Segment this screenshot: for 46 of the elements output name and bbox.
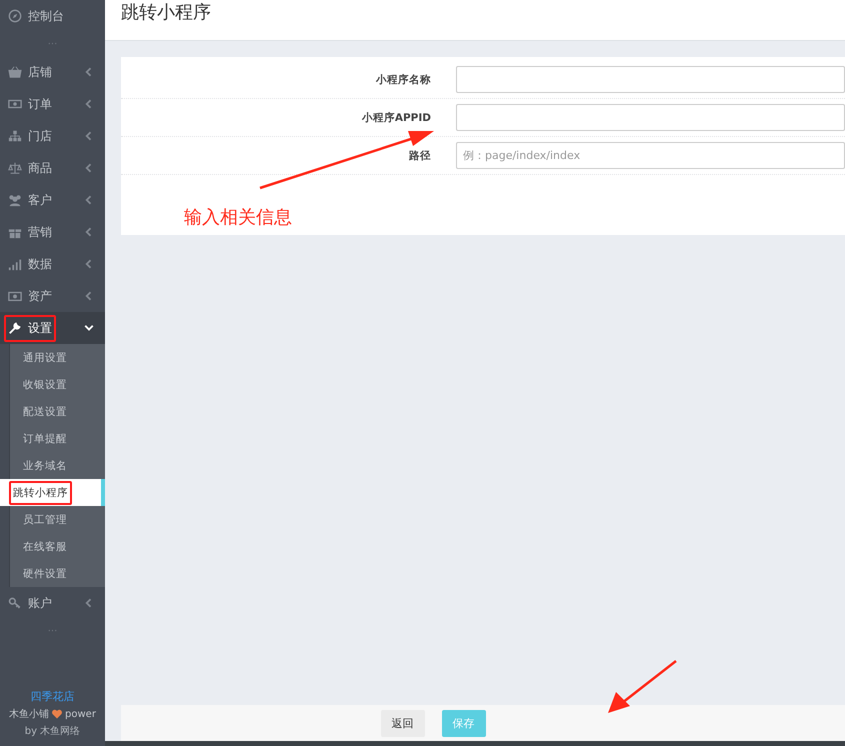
submenu-item[interactable]: 跳转小程序	[0, 479, 105, 506]
wrench-icon	[8, 321, 22, 335]
submenu-item[interactable]: 配送设置	[10, 398, 105, 425]
field-label: 小程序名称	[376, 74, 431, 86]
menu-item[interactable]: 店铺	[0, 56, 105, 88]
submenu-item[interactable]: 业务域名	[10, 452, 105, 479]
key-icon	[8, 596, 22, 610]
brand-text: 木鱼小铺	[9, 708, 50, 721]
annotation-arrow	[608, 660, 677, 713]
annotation-text: 输入相关信息	[184, 206, 292, 229]
menu-item[interactable]: 设置	[0, 312, 105, 344]
submenu-item[interactable]: 订单提醒	[10, 425, 105, 452]
submenu-item[interactable]: 在线客服	[10, 533, 105, 560]
menu-item[interactable]: 门店	[0, 120, 105, 152]
page-title: 跳转小程序	[121, 1, 211, 24]
banknote-icon	[8, 97, 22, 111]
field-label: 小程序APPID	[362, 112, 431, 124]
submenu-item[interactable]: 硬件设置	[10, 560, 105, 587]
credit-text: by 木鱼网络	[24, 724, 80, 738]
input-field[interactable]: 例：page/index/index	[456, 142, 845, 169]
input-field[interactable]	[456, 104, 845, 131]
scrollbar[interactable]	[105, 741, 845, 746]
basket-icon	[8, 65, 22, 79]
menu-item[interactable]: 营销	[0, 216, 105, 248]
heart-icon	[51, 708, 64, 720]
menu-item[interactable]: 账户	[0, 587, 105, 619]
submenu-item[interactable]: 员工管理	[10, 506, 105, 533]
menu-item[interactable]: 数据	[0, 248, 105, 280]
sitemap-icon	[8, 129, 22, 143]
menu-item[interactable]: 控制台	[0, 0, 105, 32]
power-text: power	[65, 708, 96, 720]
back-button[interactable]: 返回	[380, 710, 424, 736]
submenu-item[interactable]: 通用设置	[10, 344, 105, 371]
menu-item[interactable]: 商品	[0, 152, 105, 184]
menu-item[interactable]: 客户	[0, 184, 105, 216]
input-field[interactable]	[456, 66, 845, 93]
banknote-icon	[8, 289, 22, 303]
menu-item[interactable]: 订单	[0, 88, 105, 120]
compass-icon	[8, 9, 22, 23]
shop-name: 四季花店	[30, 689, 74, 704]
submenu-item[interactable]: 收银设置	[10, 371, 105, 398]
field-label: 路径	[409, 150, 431, 162]
signal-icon	[8, 257, 22, 271]
scale-icon	[8, 161, 22, 175]
users-icon	[8, 193, 22, 207]
menu-item[interactable]: 资产	[0, 280, 105, 312]
